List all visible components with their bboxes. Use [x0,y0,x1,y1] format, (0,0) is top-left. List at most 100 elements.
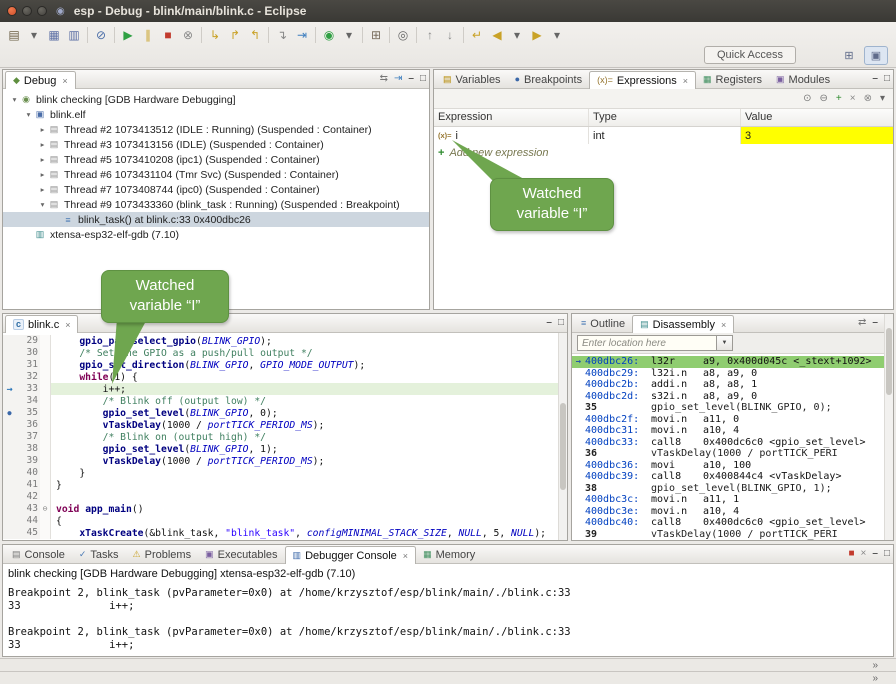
trim-bar-bottom[interactable] [0,671,896,684]
save-all-icon[interactable]: ▥ [64,25,84,45]
debug-tree-row[interactable]: ▸▤Thread #2 1073413512 (IDLE : Running) … [3,122,429,137]
debug-tree-row[interactable]: ▾▣blink.elf [3,107,429,122]
code-line[interactable]: 36 vTaskDelay(1000 / portTICK_PERIOD_MS)… [3,419,567,431]
expressions-tab-expressions[interactable]: (x)=Expressions× [589,71,696,89]
close-tab-icon[interactable]: × [403,551,408,561]
column-header-value[interactable]: Value [741,109,893,126]
step-into-icon[interactable]: ↳ [205,25,225,45]
maximize-button[interactable] [37,6,47,16]
code-line[interactable]: 30 /* Set the GPIO as a push/pull output… [3,347,567,359]
expander-icon[interactable]: ▸ [37,185,48,194]
run-icon[interactable]: ◉ [319,25,339,45]
editor-tab-blink-c[interactable]: cblink.c× [5,315,78,333]
show-type-names-icon[interactable]: ⊙ [803,94,811,104]
console-output[interactable]: Breakpoint 2, blink_task (pvParameter=0x… [3,587,893,656]
code-line[interactable]: 38 gpio_set_level(BLINK_GPIO, 1); [3,443,567,455]
code-line[interactable]: 31 gpio_set_direction(BLINK_GPIO, GPIO_M… [3,359,567,371]
code-line[interactable]: 37 /* Blink on (output high) */ [3,431,567,443]
close-tab-icon[interactable]: × [65,320,70,330]
close-tab-icon[interactable]: × [721,320,726,330]
disassembly-scrollbar[interactable] [884,354,893,540]
back-icon[interactable]: ◀ [487,25,507,45]
minimize-view-icon[interactable] [872,317,878,328]
location-dropdown-icon[interactable]: ▼ [717,335,733,351]
expressions-tab-modules[interactable]: ▣Modules [769,71,837,88]
column-header-expression[interactable]: Expression [434,109,589,126]
expander-icon[interactable]: ▾ [23,110,34,119]
expression-row[interactable]: (x)=iint3 [434,127,893,144]
disassembly-line[interactable]: 400dbc39:call80x400844c4 <vTaskDelay> [572,471,893,483]
minimize-view-icon[interactable] [872,73,878,84]
code-line[interactable]: 43⊖void app_main() [3,503,567,515]
add-expression-icon[interactable]: + [836,94,842,104]
debug-tree-row[interactable]: ▥xtensa-esp32-elf-gdb (7.10) [3,227,429,242]
last-edit-location-icon[interactable]: ↵ [467,25,487,45]
instruction-stepping-icon[interactable]: ⇥ [292,25,312,45]
maximize-view-icon[interactable] [558,317,564,328]
expressions-tab-breakpoints[interactable]: ●Breakpoints [508,71,590,88]
scrollbar-thumb[interactable] [886,354,892,395]
remove-all-expressions-icon[interactable]: ⊗ [864,94,872,104]
save-icon[interactable]: ▦ [44,25,64,45]
editor-scrollbar[interactable] [558,333,567,540]
terminate-icon[interactable]: ■ [849,549,855,559]
terminate-icon[interactable]: ■ [158,25,178,45]
disassembly-line[interactable]: 400dbc31:movi.na10, 4 [572,425,893,437]
instruction-stepping-mode-icon[interactable]: ⇥ [394,74,402,84]
forward-menu-icon[interactable]: ▾ [547,25,567,45]
new-icon[interactable]: ▤ [4,25,24,45]
minimize-view-icon[interactable] [872,548,878,559]
console-tab-memory[interactable]: ▦Memory [416,546,482,563]
close-tab-icon[interactable]: × [62,76,67,86]
disassembly-source-line[interactable]: 39vTaskDelay(1000 / portTICK_PERI [572,529,893,541]
maximize-view-icon[interactable] [420,73,426,84]
code-line[interactable]: 44{ [3,515,567,527]
code-line[interactable]: 29 gpio_pad_select_gpio(BLINK_GPIO); [3,335,567,347]
disassembly-listing[interactable]: →400dbc26:l32ra9, 0x400d045c <_stext+109… [572,354,893,540]
code-line[interactable]: 34 /* Blink off (output low) */ [3,395,567,407]
minimize-view-icon[interactable] [546,317,552,328]
step-return-icon[interactable]: ↰ [245,25,265,45]
expander-icon[interactable]: ▸ [37,170,48,179]
debug-tab-debug[interactable]: ◆Debug× [5,71,76,89]
expander-icon[interactable]: ▸ [37,125,48,134]
expander-icon[interactable]: ▾ [9,95,20,104]
disassembly-line[interactable]: 400dbc2f:movi.na11, 0 [572,414,893,426]
fold-icon[interactable]: ⊖ [40,503,51,515]
console-tab-executables[interactable]: ▣Executables [198,546,284,563]
open-perspective-button[interactable]: ⊞ [837,46,861,65]
disassembly-tab-outline[interactable]: ≡Outline [574,315,632,332]
quick-access-button[interactable]: Quick Access [704,46,796,64]
disconnect-icon[interactable]: ⊗ [178,25,198,45]
debug-tree-row[interactable]: ▾▤Thread #9 1073433360 (blink_task : Run… [3,197,429,212]
disassembly-line[interactable]: 400dbc2b:addi.na8, a8, 1 [572,379,893,391]
code-editor[interactable]: 29 gpio_pad_select_gpio(BLINK_GPIO);30 /… [3,333,567,540]
disassembly-line[interactable]: 400dbc3c:movi.na11, 1 [572,494,893,506]
drop-to-frame-icon[interactable]: ↴ [272,25,292,45]
code-line[interactable]: 39 vTaskDelay(1000 / portTICK_PERIOD_MS)… [3,455,567,467]
console-tab-problems[interactable]: ⚠Problems [126,546,199,563]
expander-icon[interactable]: ▸ [37,140,48,149]
disassembly-line[interactable]: 400dbc3e:movi.na10, 4 [572,506,893,518]
step-over-icon[interactable]: ↱ [225,25,245,45]
location-input[interactable] [577,335,717,351]
search-icon[interactable]: ◎ [393,25,413,45]
code-line[interactable]: 42 [3,491,567,503]
debug-tree-row[interactable]: ▸▤Thread #7 1073408744 (ipc0) (Suspended… [3,182,429,197]
code-line[interactable]: 45 xTaskCreate(&blink_task, "blink_task"… [3,527,567,539]
disassembly-line[interactable]: 400dbc29:l32i.na8, a9, 0 [572,368,893,380]
view-menu-icon[interactable]: ▾ [880,94,885,104]
code-line[interactable]: 32 while(1) { [3,371,567,383]
debug-tree-row[interactable]: ▸▤Thread #5 1073410208 (ipc1) (Suspended… [3,152,429,167]
code-line[interactable]: →33 i++; [3,383,567,395]
close-button[interactable] [7,6,17,16]
expander-icon[interactable]: ▸ [37,155,48,164]
disassembly-line[interactable]: 400dbc2d:s32i.na8, a9, 0 [572,391,893,403]
add-expression-row[interactable]: Add new expression [434,144,893,161]
disassembly-source-line[interactable]: 36vTaskDelay(1000 / portTICK_PERI [572,448,893,460]
back-menu-icon[interactable]: ▾ [507,25,527,45]
debug-perspective-button[interactable]: ▣ [864,46,888,65]
expressions-tab-registers[interactable]: ▦Registers [696,71,769,88]
disassembly-tab-disassembly[interactable]: ▤Disassembly× [632,315,734,333]
code-line[interactable]: ●35 gpio_set_level(BLINK_GPIO, 0); [3,407,567,419]
